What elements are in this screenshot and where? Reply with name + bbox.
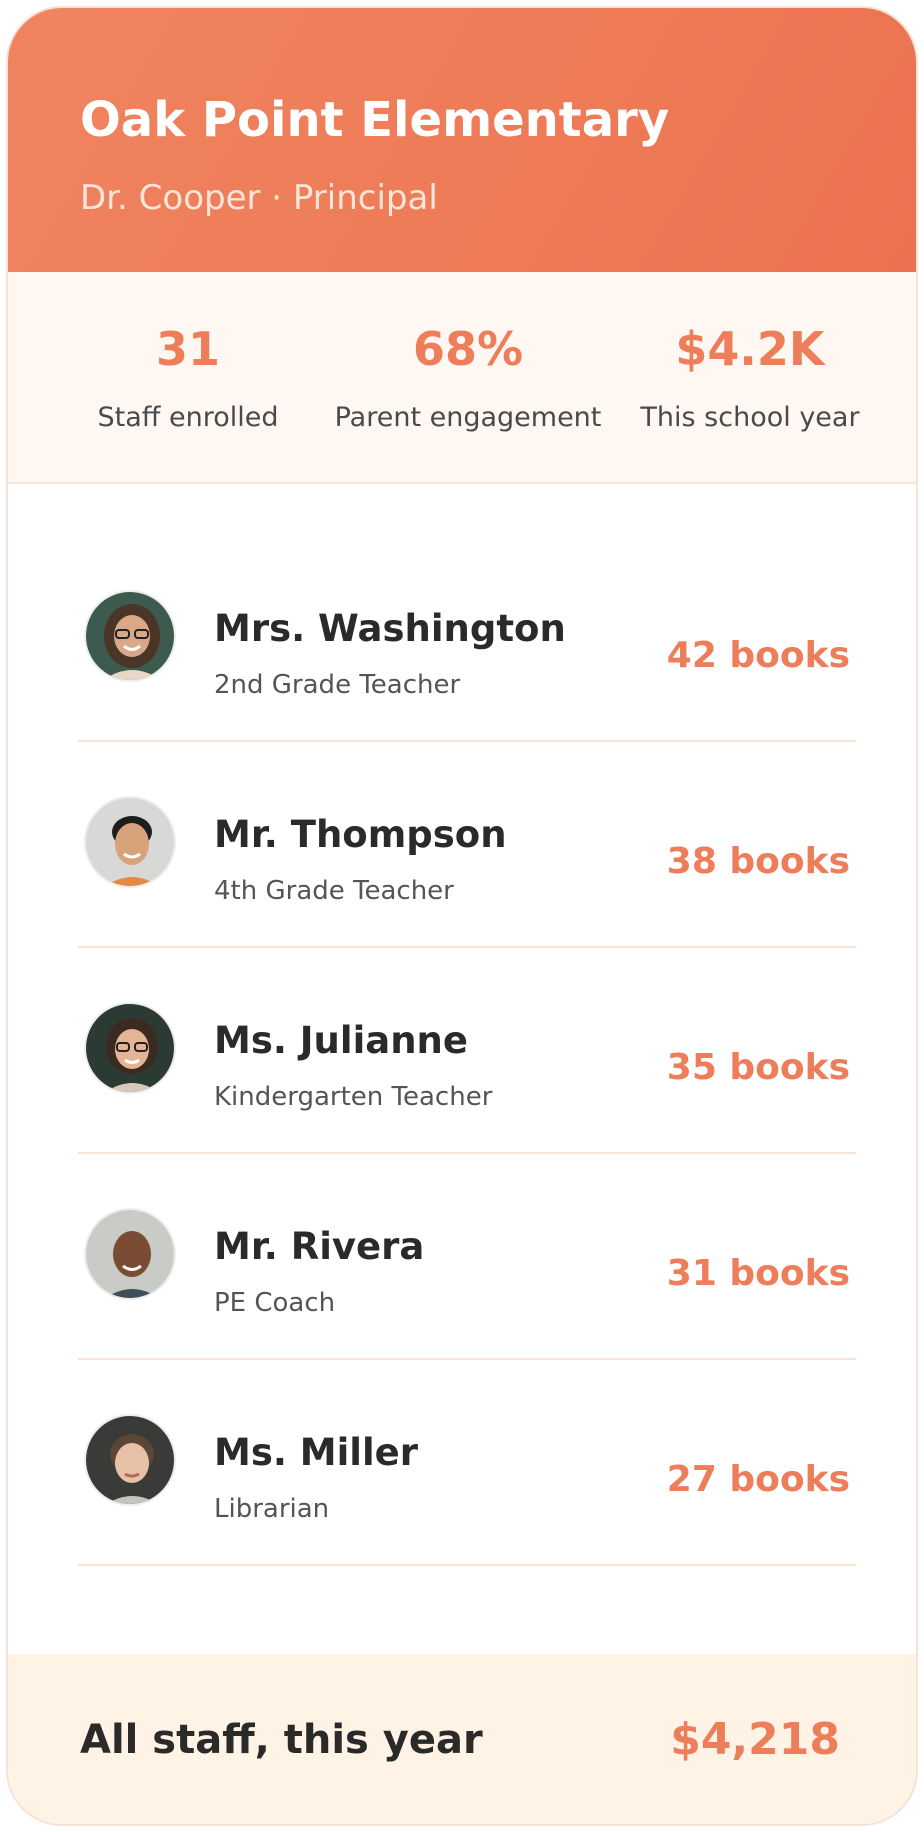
staff-name: Mr. Thompson [214, 813, 507, 856]
staff-role: 4th Grade Teacher [214, 876, 454, 906]
staff-row[interactable]: Mr. Thompson 4th Grade Teacher 38 books [78, 742, 856, 948]
avatar [84, 796, 176, 888]
staff-role: 2nd Grade Teacher [214, 670, 461, 700]
avatar [84, 1208, 176, 1300]
avatar [84, 590, 176, 682]
stat-value: $4.2K [675, 322, 825, 376]
footer-total: $4,218 [670, 1714, 840, 1765]
school-name: Oak Point Elementary [80, 92, 670, 148]
stat-label: This school year [640, 402, 860, 433]
staff-name: Ms. Julianne [214, 1019, 468, 1062]
stat-staff-enrolled: 31 Staff enrolled [38, 326, 338, 431]
staff-name: Ms. Miller [214, 1431, 418, 1474]
school-summary-card: Oak Point Elementary Dr. Cooper · Princi… [6, 6, 918, 1826]
staff-name: Mr. Rivera [214, 1225, 425, 1268]
staff-books-count: 42 books [666, 635, 850, 676]
stat-value: 31 [155, 322, 220, 376]
staff-row[interactable]: Ms. Miller Librarian 27 books [78, 1360, 856, 1566]
staff-row[interactable]: Ms. Julianne Kindergarten Teacher 35 boo… [78, 948, 856, 1154]
staff-books-count: 38 books [666, 841, 850, 882]
avatar [84, 1414, 176, 1506]
staff-books-count: 35 books [666, 1047, 850, 1088]
principal-subtitle: Dr. Cooper · Principal [80, 178, 438, 218]
stat-school-year: $4.2K This school year [600, 326, 900, 431]
avatar [84, 1002, 176, 1094]
stat-label: Parent engagement [334, 402, 602, 433]
school-header: Oak Point Elementary Dr. Cooper · Princi… [8, 8, 916, 272]
stat-label: Staff enrolled [97, 402, 279, 433]
staff-row[interactable]: Mrs. Washington 2nd Grade Teacher 42 boo… [78, 536, 856, 742]
staff-role: Librarian [214, 1494, 330, 1524]
staff-role: Kindergarten Teacher [214, 1082, 493, 1112]
footer-label: All staff, this year [80, 1717, 483, 1763]
staff-row[interactable]: Mr. Rivera PE Coach 31 books [78, 1154, 856, 1360]
staff-books-count: 31 books [666, 1253, 850, 1294]
staff-role: PE Coach [214, 1288, 336, 1318]
staff-books-count: 27 books [666, 1459, 850, 1500]
staff-name: Mrs. Washington [214, 607, 566, 650]
stat-parent-engagement: 68% Parent engagement [318, 326, 618, 431]
staff-total-footer: All staff, this year $4,218 [8, 1654, 916, 1824]
stat-value: 68% [412, 322, 524, 376]
stats-bar: 31 Staff enrolled 68% Parent engagement … [8, 272, 916, 484]
